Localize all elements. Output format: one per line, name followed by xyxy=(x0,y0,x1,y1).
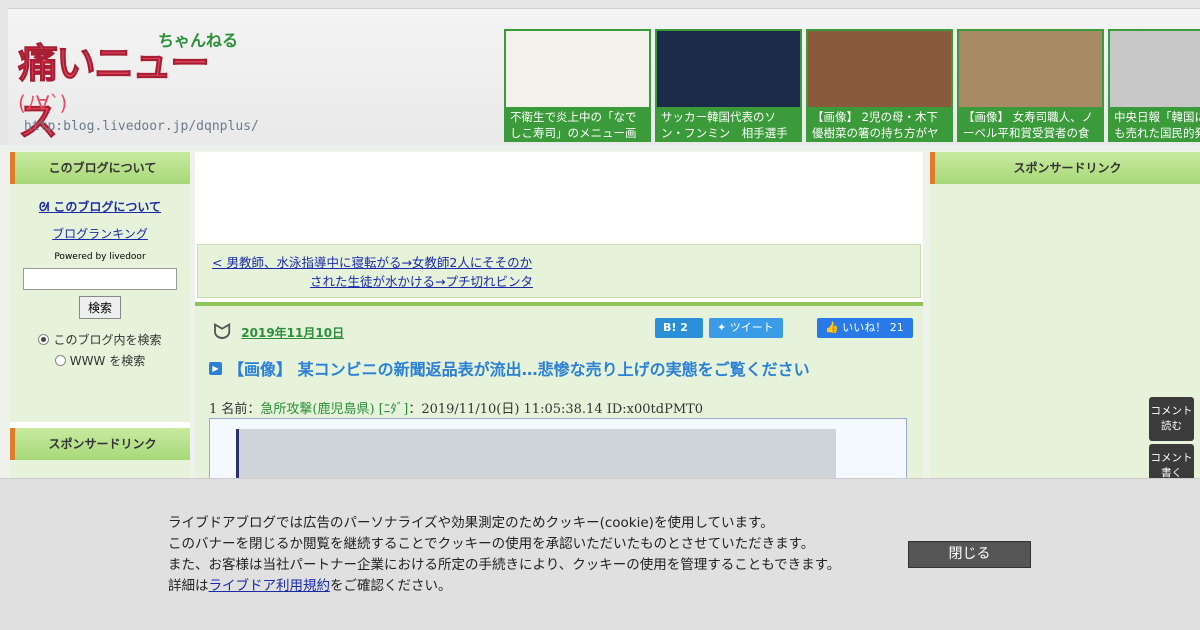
radio-www-label: WWW を検索 xyxy=(69,354,146,368)
post-name: 急所攻撃(鹿児島県) [ﾆﾀﾞ] xyxy=(260,402,409,417)
about-link-label: このブログについて xyxy=(53,200,162,214)
tweet-label: ツイート xyxy=(729,321,774,334)
thumbnail-image xyxy=(808,31,951,107)
thumbnail-caption: 【画像】 女寿司職人、ノーベル平和賞受賞者の食事会 xyxy=(963,110,1094,140)
terms-link[interactable]: ライブドア利用規約 xyxy=(209,578,331,594)
header-thumbnail[interactable]: サッカー韓国代表のソン・フンミン 相手選手の足を xyxy=(655,29,802,142)
radio-search-blog[interactable]: このブログ内を検索 xyxy=(18,331,182,348)
about-link[interactable]: ᘛ このブログについて xyxy=(18,198,182,215)
post-header: 1 名前：急所攻撃(鹿児島県) [ﾆﾀﾞ]：2019/11/10(日) 11:0… xyxy=(209,398,703,417)
ranking-link[interactable]: ブログランキング xyxy=(18,225,182,242)
cookie-text: ライブドアブログでは広告のパーソナライズや効果測定のためクッキー(cookie)… xyxy=(168,513,840,597)
cookie-banner: ライブドアブログでは広告のパーソナライズや効果測定のためクッキー(cookie)… xyxy=(0,478,1200,630)
article-title[interactable]: 【画像】 某コンビニの新聞返品表が流出…悲惨な売り上げの実態をご覧ください xyxy=(228,356,810,380)
prev-article-nav: < 男教師、水泳指導中に寝転がる→女教師2人にそそのか された生徒が水かける→プ… xyxy=(197,244,921,298)
post-meta: ：2019/11/10(日) 11:05:38.14 ID:x00tdPMT0 xyxy=(408,402,704,417)
thumbnail-caption: 中央日報「韓国には日本も売れた国民的発 xyxy=(1114,110,1200,140)
tweet-button[interactable]: ✦ ツイート xyxy=(709,318,783,338)
logo-chan-text: ちゃんねる xyxy=(158,31,239,50)
cookie-close-button[interactable]: 閉じる xyxy=(908,541,1031,568)
logo-face-text: (ﾉ∀`) xyxy=(18,91,68,115)
thumbnail-caption: 【画像】 2児の母・木下優樹菜の箸の持ち方がヤバ過 xyxy=(812,110,939,140)
cookie-line-2: このバナーを閉じるか閲覧を継続することでクッキーの使用を承認いただいたものとさせ… xyxy=(168,536,815,552)
facebook-like-button[interactable]: 👍 いいね！ 21 xyxy=(817,318,913,338)
powered-by-livedoor[interactable]: Powered by livedoor xyxy=(18,252,182,262)
hatena-bookmark-button[interactable]: B! 2 xyxy=(655,318,703,338)
cookie-line-4-suffix: をご確認ください。 xyxy=(330,578,452,594)
thumbs-up-icon: 👍 xyxy=(825,321,843,334)
about-section: ᘛ このブログについて ブログランキング Powered by livedoor… xyxy=(10,184,190,422)
cookie-line-3: また、お客様は当社パートナー企業における所定の手続きにより、クッキーの使用を管理… xyxy=(168,557,841,573)
right-sponsor-heading: スポンサードリンク xyxy=(930,152,1200,184)
face-icon: ᘛ xyxy=(38,200,54,214)
article-date[interactable]: 2019年11月10日 xyxy=(241,324,344,341)
thumbnail-image xyxy=(1110,31,1200,107)
site-logo[interactable]: 痛いニュース ちゃんねる (ﾉ∀`) http:blog.livedoor.jp… xyxy=(18,27,259,146)
bunny-icon: ᗢ xyxy=(213,320,232,345)
left-sponsor-heading: スポンサードリンク xyxy=(10,428,190,460)
radio-unselected-icon xyxy=(54,355,66,366)
about-heading: このブログについて xyxy=(10,152,190,184)
post-prefix: 1 名前： xyxy=(209,402,261,417)
search-input[interactable] xyxy=(23,268,177,290)
radio-selected-icon xyxy=(38,334,50,345)
site-header: 痛いニュース ちゃんねる (ﾉ∀`) http:blog.livedoor.jp… xyxy=(0,0,1200,146)
play-icon: ▶ xyxy=(209,361,222,375)
cookie-line-4-prefix: 詳細は xyxy=(168,578,209,594)
like-label: いいね！ 21 xyxy=(842,321,904,334)
thumbnail-image xyxy=(506,31,649,107)
header-banner: 痛いニュース ちゃんねる (ﾉ∀`) http:blog.livedoor.jp… xyxy=(8,8,1200,146)
read-comments-button[interactable]: コメント読む xyxy=(1149,397,1194,441)
date-row: ᗢ 2019年11月10日 xyxy=(213,320,344,345)
header-thumbnail-strip: 不衛生で炎上中の「なでしこ寿司」のメニュー画像、サッカー韓国代表のソン・フンミン… xyxy=(504,29,1200,142)
header-thumbnail[interactable]: 【画像】 2児の母・木下優樹菜の箸の持ち方がヤバ過 xyxy=(806,29,953,142)
cookie-line-1: ライブドアブログでは広告のパーソナライズや効果測定のためクッキー(cookie)… xyxy=(168,515,774,531)
prev-article-link-line2[interactable]: された生徒が水かける→プチ切れビンタ xyxy=(310,272,906,291)
radio-blog-label: このブログ内を検索 xyxy=(53,333,162,347)
search-button[interactable]: 検索 xyxy=(78,296,121,319)
twitter-icon: ✦ xyxy=(717,321,730,334)
ad-space xyxy=(195,152,923,244)
header-thumbnail[interactable]: 【画像】 女寿司職人、ノーベル平和賞受賞者の食事会 xyxy=(957,29,1104,142)
thumbnail-caption: サッカー韓国代表のソン・フンミン 相手選手の足を xyxy=(661,110,788,140)
logo-url-text: http:blog.livedoor.jp/dqnplus/ xyxy=(24,119,259,134)
radio-search-www[interactable]: WWW を検索 xyxy=(18,352,182,369)
thumbnail-image xyxy=(657,31,800,107)
header-thumbnail[interactable]: 不衛生で炎上中の「なでしこ寿司」のメニュー画像、 xyxy=(504,29,651,142)
cookie-line-4: 詳細はライブドア利用規約をご確認ください。 xyxy=(168,576,840,597)
thumbnail-caption: 不衛生で炎上中の「なでしこ寿司」のメニュー画像、 xyxy=(510,110,637,140)
thumbnail-image xyxy=(959,31,1102,107)
header-thumbnail[interactable]: 中央日報「韓国には日本も売れた国民的発 xyxy=(1108,29,1200,142)
article-title-row: ▶ 【画像】 某コンビニの新聞返品表が流出…悲惨な売り上げの実態をご覧ください xyxy=(209,356,810,380)
prev-article-link-line1[interactable]: < 男教師、水泳指導中に寝転がる→女教師2人にそそのか xyxy=(212,253,906,272)
